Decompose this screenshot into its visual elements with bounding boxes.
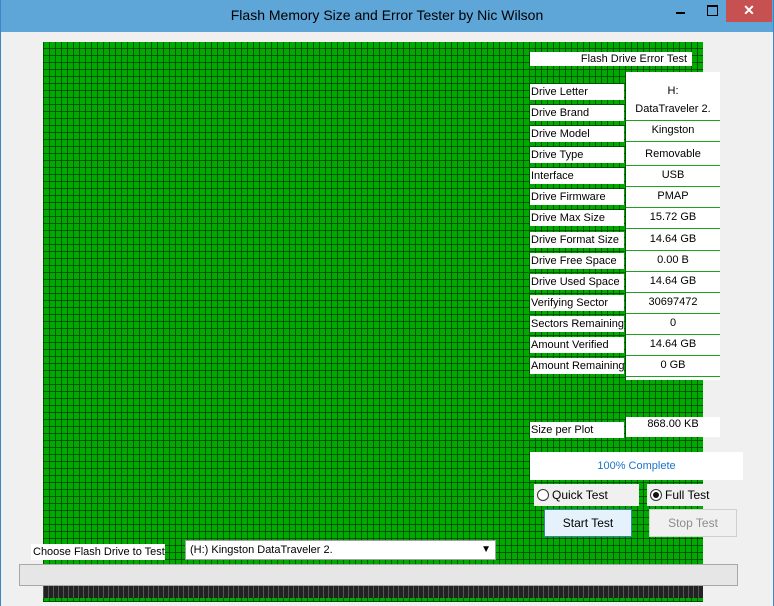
label-drive-letter: Drive Letter	[530, 84, 624, 100]
value-interface: USB	[626, 168, 720, 187]
label-drive-free-space: Drive Free Space	[530, 253, 624, 269]
quick-test-label: Quick Test	[552, 488, 608, 502]
quick-test-option[interactable]: Quick Test	[534, 484, 639, 506]
choose-drive-label: Choose Flash Drive to Test	[31, 544, 165, 560]
label-interface: Interface	[530, 168, 624, 184]
value-drive-max-size: 15.72 GB	[626, 210, 720, 229]
label-amount-verified: Amount Verified	[530, 337, 624, 353]
label-drive-model: Drive Model	[530, 126, 624, 142]
client-area: Flash Drive Error Test Drive Letter H: D…	[9, 32, 765, 602]
value-sectors-remaining: 0	[626, 316, 720, 335]
label-drive-format-size: Drive Format Size	[530, 232, 624, 248]
radio-unchecked-icon[interactable]	[537, 489, 549, 501]
maximize-icon[interactable]	[698, 0, 725, 22]
value-drive-format-size: 14.64 GB	[626, 232, 720, 251]
chevron-down-icon[interactable]: ▼	[481, 541, 491, 559]
value-drive-free-space: 0.00 B	[626, 253, 720, 272]
close-icon[interactable]: ✕	[726, 0, 772, 22]
title-bar[interactable]: Flash Memory Size and Error Tester by Ni…	[1, 0, 773, 32]
stop-test-button[interactable]: Stop Test	[649, 509, 737, 537]
window-title: Flash Memory Size and Error Tester by Ni…	[230, 7, 544, 23]
progress-status: 100% Complete	[530, 452, 743, 480]
sector-plot-grid-strip	[43, 586, 703, 598]
value-drive-model: Kingston	[626, 123, 720, 142]
value-drive-letter: H:	[626, 84, 720, 103]
label-amount-remaining: Amount Remaining	[530, 358, 625, 374]
value-drive-type: Removable	[626, 147, 720, 166]
app-window: Flash Memory Size and Error Tester by Ni…	[0, 0, 774, 606]
value-drive-firmware: PMAP	[626, 189, 720, 208]
full-test-option[interactable]: Full Test	[647, 484, 742, 506]
label-size-per-plot: Size per Plot	[530, 422, 624, 438]
value-amount-remaining: 0 GB	[626, 358, 720, 377]
panel-header: Flash Drive Error Test	[530, 52, 692, 66]
label-drive-max-size: Drive Max Size	[530, 210, 624, 226]
value-drive-brand: DataTraveler 2.	[626, 102, 720, 121]
label-drive-brand: Drive Brand	[530, 105, 624, 121]
drive-select[interactable]: (H:) Kingston DataTraveler 2. ▼	[185, 540, 496, 560]
label-drive-used-space: Drive Used Space	[530, 274, 624, 290]
drive-select-value: (H:) Kingston DataTraveler 2.	[190, 544, 333, 556]
label-sectors-remaining: Sectors Remaining	[530, 316, 624, 332]
value-size-per-plot: 868.00 KB	[626, 417, 720, 437]
minimize-icon[interactable]	[666, 0, 696, 22]
label-verifying-sector: Verifying Sector	[530, 295, 624, 311]
full-test-label: Full Test	[665, 488, 710, 502]
radio-checked-icon[interactable]	[650, 489, 662, 501]
value-verifying-sector: 30697472	[626, 295, 720, 314]
label-drive-type: Drive Type	[530, 147, 624, 163]
start-test-button[interactable]: Start Test	[544, 509, 632, 537]
label-drive-firmware: Drive Firmware	[530, 189, 624, 205]
value-amount-verified: 14.64 GB	[626, 337, 720, 356]
value-drive-used-space: 14.64 GB	[626, 274, 720, 293]
status-bar	[19, 564, 738, 586]
